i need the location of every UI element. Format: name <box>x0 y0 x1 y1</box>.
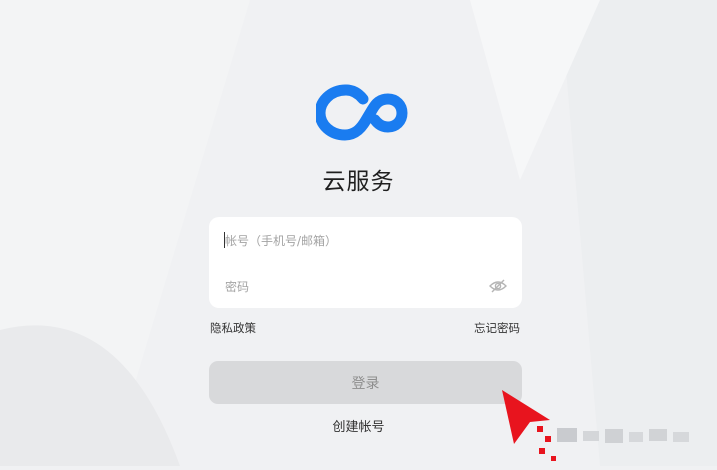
pixel-noise-artifact <box>535 423 717 466</box>
privacy-policy-link[interactable]: 隐私政策 <box>210 320 256 336</box>
login-button[interactable]: 登录 <box>209 361 522 404</box>
login-form-card <box>209 217 522 308</box>
password-input[interactable] <box>225 275 495 299</box>
account-input[interactable] <box>225 229 495 253</box>
app-title: 云服务 <box>322 169 395 195</box>
infinity-cloud-logo-icon <box>314 80 416 142</box>
create-account-link[interactable]: 创建帐号 <box>332 420 384 435</box>
eye-off-icon[interactable] <box>489 278 507 294</box>
forgot-password-link[interactable]: 忘记密码 <box>474 320 520 336</box>
